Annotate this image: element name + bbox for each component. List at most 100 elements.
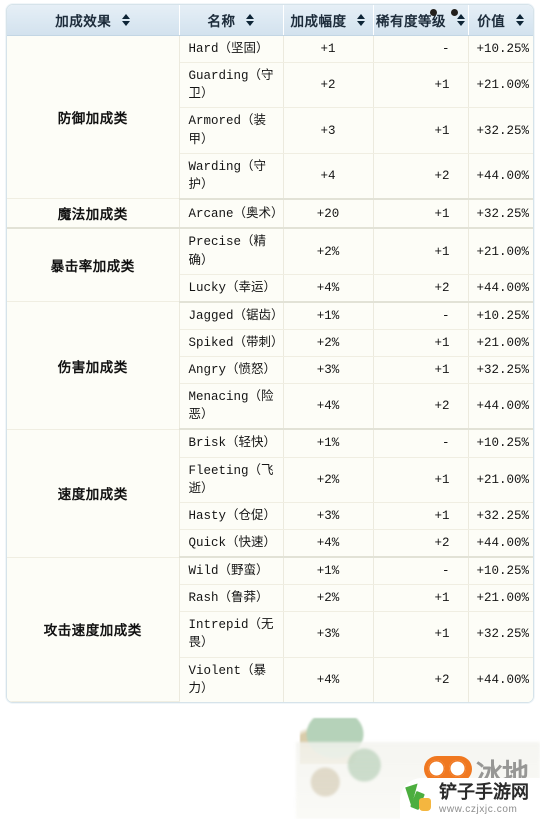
column-header-label: 名称 bbox=[207, 14, 236, 29]
name-cell: Spiked（带刺） bbox=[179, 329, 284, 358]
name-cell: Jagged（锯齿） bbox=[179, 301, 284, 330]
rarity-cell: +1 bbox=[373, 62, 469, 109]
watermark-brand: 铲子手游网 bbox=[439, 781, 529, 802]
name-cell: Fleeting（飞逝） bbox=[179, 457, 284, 503]
watermark-logo-card: 铲子手游网 www.czjxjc.com bbox=[400, 778, 540, 819]
value-cell: +10.25% bbox=[468, 35, 533, 64]
watermark-text-block: 铲子手游网 www.czjxjc.com bbox=[439, 783, 529, 815]
rarity-cell: - bbox=[373, 35, 469, 64]
bonus-effects-table: 加成效果 名称 加成幅度 稀有度等级 价值 防御加成类 Hard（坚固） +1 … bbox=[7, 5, 533, 703]
rarity-cell: +1 bbox=[373, 611, 469, 658]
value-cell: +32.25% bbox=[468, 107, 533, 154]
value-cell: +44.00% bbox=[468, 383, 533, 431]
table-row: 速度加成类 Brisk（轻快） +1% - +10.25% bbox=[7, 429, 533, 558]
name-cell: Angry（愤怒） bbox=[179, 356, 284, 385]
name-cell: Hard（坚固） bbox=[179, 35, 284, 64]
name-cell: Violent（暴力） bbox=[179, 657, 284, 702]
column-header-label: 稀有度等级 bbox=[376, 14, 446, 29]
bonus-effects-table-frame: 加成效果 名称 加成幅度 稀有度等级 价值 防御加成类 Hard（坚固） +1 … bbox=[6, 4, 534, 704]
category-cell: 魔法加成类 bbox=[7, 198, 180, 230]
amount-cell: +4% bbox=[283, 657, 374, 702]
value-cell: +44.00% bbox=[468, 529, 533, 558]
name-cell: Guarding（守卫） bbox=[179, 62, 284, 109]
rarity-cell: +1 bbox=[373, 356, 469, 385]
table-header: 加成效果 名称 加成幅度 稀有度等级 价值 bbox=[7, 5, 533, 36]
name-cell: Precise（精确） bbox=[179, 228, 284, 275]
amount-cell: +1 bbox=[283, 35, 374, 64]
column-header-label: 加成幅度 bbox=[290, 14, 347, 29]
column-header-name[interactable]: 名称 bbox=[179, 5, 284, 36]
amount-cell: +20 bbox=[283, 198, 374, 230]
amount-cell: +4% bbox=[283, 383, 374, 431]
amount-cell: +4 bbox=[283, 153, 374, 200]
sort-updown-icon[interactable] bbox=[456, 14, 465, 26]
rarity-cell: +1 bbox=[373, 107, 469, 154]
column-header-label: 加成效果 bbox=[55, 14, 112, 29]
amount-cell: +2% bbox=[283, 584, 374, 613]
name-cell: Quick（快速） bbox=[179, 529, 284, 558]
table-row: 攻击速度加成类 Wild（野蛮） +1% - +10.25% bbox=[7, 557, 533, 703]
rarity-cell: - bbox=[373, 301, 469, 330]
value-cell: +21.00% bbox=[468, 62, 533, 109]
rarity-cell: +1 bbox=[373, 502, 469, 530]
value-cell: +21.00% bbox=[468, 584, 533, 613]
sort-updown-icon[interactable] bbox=[121, 14, 130, 26]
value-cell: +44.00% bbox=[468, 657, 533, 702]
value-cell: +44.00% bbox=[468, 274, 533, 303]
rarity-cell: +1 bbox=[373, 584, 469, 613]
category-cell: 伤害加成类 bbox=[7, 301, 180, 430]
amount-cell: +3 bbox=[283, 107, 374, 154]
table-row: 暴击率加成类 Precise（精确） +2% +1 +21.00% bbox=[7, 228, 533, 303]
amount-cell: +3% bbox=[283, 611, 374, 658]
amount-cell: +2 bbox=[283, 62, 374, 109]
name-cell: Wild（野蛮） bbox=[179, 557, 284, 586]
name-cell: Armored（装甲） bbox=[179, 107, 284, 154]
name-cell: Menacing（险恶） bbox=[179, 383, 284, 431]
value-cell: +32.25% bbox=[468, 356, 533, 385]
amount-cell: +3% bbox=[283, 356, 374, 385]
amount-cell: +1% bbox=[283, 429, 374, 458]
rarity-cell: - bbox=[373, 429, 469, 458]
amount-cell: +4% bbox=[283, 529, 374, 558]
rarity-cell: +1 bbox=[373, 457, 469, 503]
rarity-cell: +1 bbox=[373, 329, 469, 358]
watermark-blur-overlay bbox=[296, 742, 540, 819]
column-header-value[interactable]: 价值 bbox=[468, 5, 533, 36]
name-cell: Brisk（轻快） bbox=[179, 429, 284, 458]
name-cell: Warding（守护） bbox=[179, 153, 284, 200]
category-cell: 攻击速度加成类 bbox=[7, 557, 180, 703]
page-root: 加成效果 名称 加成幅度 稀有度等级 价值 防御加成类 Hard（坚固） +1 … bbox=[0, 0, 540, 819]
category-cell: 速度加成类 bbox=[7, 429, 180, 558]
cursor-arrow-icon bbox=[405, 782, 436, 814]
name-cell: Rash（鲁莽） bbox=[179, 584, 284, 613]
sort-updown-icon[interactable] bbox=[246, 14, 255, 26]
sort-updown-icon[interactable] bbox=[515, 14, 524, 26]
value-cell: +21.00% bbox=[468, 329, 533, 358]
table-row: 防御加成类 Hard（坚固） +1- +10.25% bbox=[7, 35, 533, 200]
table-row: 魔法加成类 Arcane（奥术） +20 +1 +32.25% bbox=[7, 198, 533, 230]
column-header-rarity[interactable]: 稀有度等级 bbox=[373, 5, 469, 36]
table-body: 防御加成类 Hard（坚固） +1- +10.25% Guarding（守卫） +2 +1 +… bbox=[7, 35, 533, 703]
watermark-url: www.czjxjc.com bbox=[439, 803, 518, 815]
category-cell: 防御加成类 bbox=[7, 35, 180, 200]
amount-cell: +4% bbox=[283, 274, 374, 303]
value-cell: +10.25% bbox=[468, 429, 533, 458]
rarity-cell: +1 bbox=[373, 198, 469, 230]
value-cell: +32.25% bbox=[468, 502, 533, 530]
table-header-row: 加成效果 名称 加成幅度 稀有度等级 价值 bbox=[7, 5, 533, 36]
owl-eyes-icon bbox=[424, 756, 472, 782]
rarity-cell: - bbox=[373, 557, 469, 586]
value-cell: +32.25% bbox=[468, 611, 533, 658]
column-header-amount[interactable]: 加成幅度 bbox=[283, 5, 374, 36]
name-cell: Lucky（幸运） bbox=[179, 274, 284, 303]
sort-updown-icon[interactable] bbox=[357, 14, 366, 26]
rarity-cell: +2 bbox=[373, 153, 469, 200]
watermark-grey-text: 冰地 bbox=[476, 759, 529, 789]
amount-cell: +2% bbox=[283, 457, 374, 503]
amount-cell: +2% bbox=[283, 228, 374, 275]
value-cell: +21.00% bbox=[468, 457, 533, 503]
column-header-bonus-effect[interactable]: 加成效果 bbox=[7, 5, 180, 36]
amount-cell: +1% bbox=[283, 301, 374, 330]
amount-cell: +2% bbox=[283, 329, 374, 358]
value-cell: +10.25% bbox=[468, 301, 533, 330]
